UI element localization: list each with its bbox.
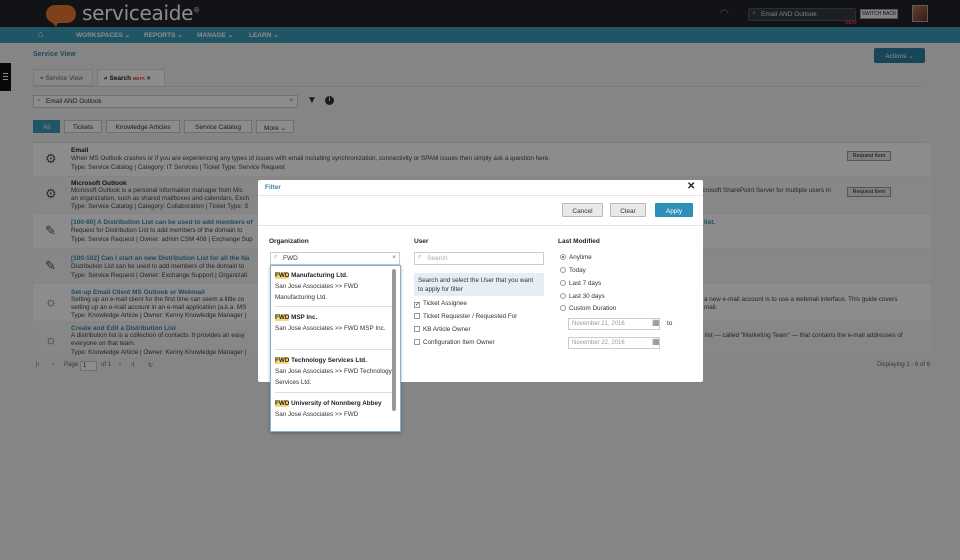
organization-search-input[interactable]: ⌕ FWD × (270, 252, 400, 265)
divider (275, 306, 393, 307)
apply-button[interactable]: Apply (655, 203, 693, 217)
radio-last-7-days[interactable]: Last 7 days (560, 280, 601, 287)
calendar-icon[interactable]: ▦ (652, 318, 660, 327)
cancel-button[interactable]: Cancel (562, 203, 603, 217)
from-date-input[interactable]: November 21, 2016 (568, 318, 660, 330)
search-icon: ⌕ (274, 254, 278, 260)
user-search-input[interactable]: ⌕ Search (414, 252, 544, 265)
clear-button[interactable]: Clear (610, 203, 646, 217)
search-icon: ⌕ (418, 254, 422, 260)
radio-today[interactable]: Today (560, 267, 586, 274)
to-date-input[interactable]: November 22, 2016 (568, 337, 660, 349)
clear-icon[interactable]: × (392, 254, 396, 261)
filter-dialog-title: Filter (265, 184, 281, 191)
divider (275, 392, 393, 393)
list-item[interactable]: FWD University of Nonnberg Abbey San Jos… (275, 398, 393, 420)
organization-dropdown[interactable]: FWD Manufacturing Ltd. San Jose Associat… (270, 265, 401, 432)
checkbox-kb-article-owner[interactable]: KB Article Owner (414, 326, 471, 333)
radio-custom-duration[interactable]: Custom Duration (560, 305, 616, 312)
user-hint: Search and select the User that you want… (414, 273, 544, 296)
list-item[interactable]: FWD Technology Services Ltd. San Jose As… (275, 355, 393, 388)
last-modified-label: Last Modified (558, 238, 600, 245)
scrollbar[interactable] (392, 269, 396, 411)
divider (258, 225, 703, 226)
organization-label: Organization (269, 238, 309, 245)
radio-last-30-days[interactable]: Last 30 days (560, 293, 605, 300)
checkbox-ci-owner[interactable]: Configuration Item Owner (414, 339, 495, 346)
close-icon[interactable]: ✕ (687, 181, 695, 192)
divider (275, 349, 393, 350)
checkbox-ticket-requester[interactable]: Ticket Requester / Requested For (414, 313, 517, 320)
checkbox-ticket-assignee[interactable]: ✓ Ticket Assignee (414, 300, 467, 308)
filter-dialog-header (258, 180, 703, 196)
user-label: User (414, 238, 429, 245)
radio-anytime[interactable]: Anytime (560, 254, 592, 261)
to-label: to (667, 320, 673, 327)
calendar-icon[interactable]: ▦ (652, 337, 660, 346)
list-item[interactable]: FWD MSP Inc. San Jose Associates >> FWD … (275, 312, 393, 334)
list-item[interactable]: FWD Manufacturing Ltd. San Jose Associat… (275, 270, 393, 303)
